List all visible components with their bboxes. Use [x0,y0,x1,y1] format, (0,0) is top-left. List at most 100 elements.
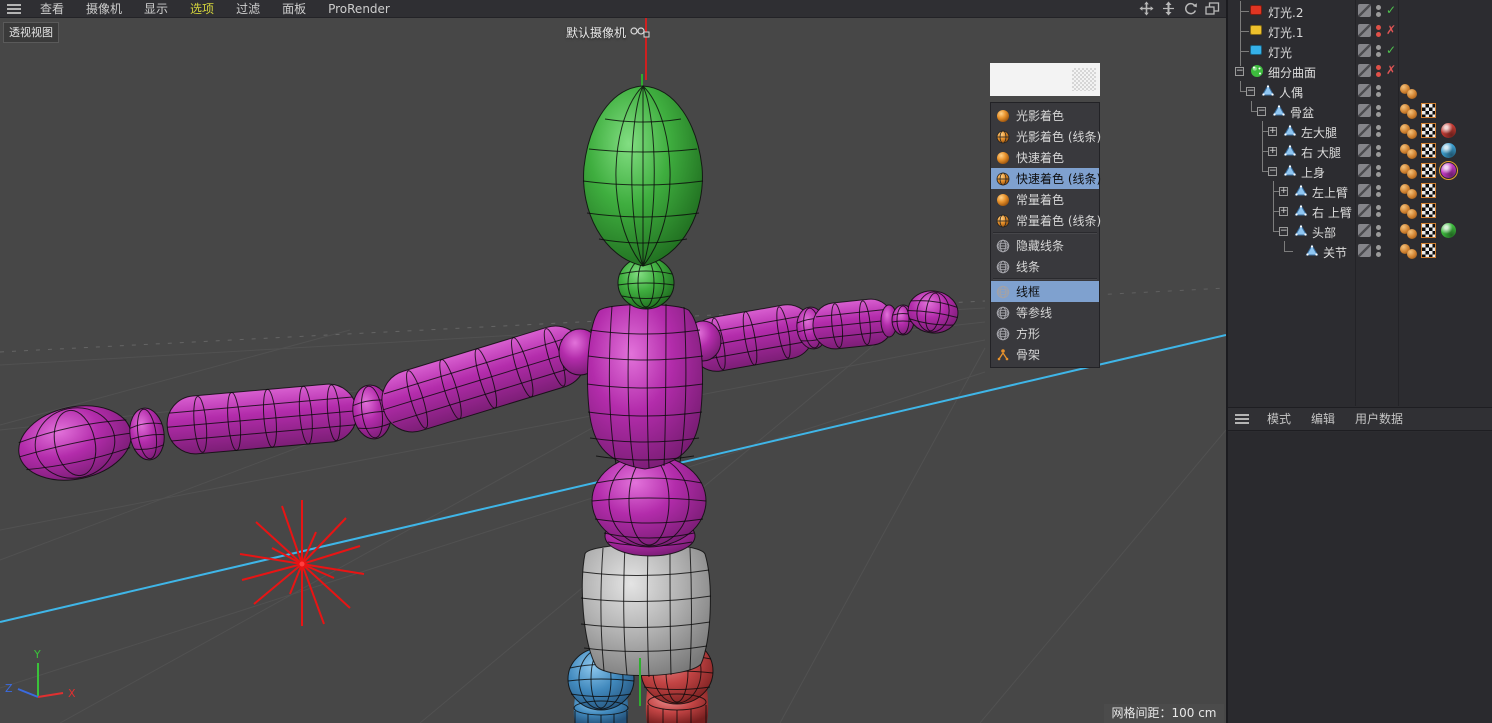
weight-tag-icon[interactable] [1421,243,1436,258]
layer-toggle[interactable] [1358,64,1371,77]
object-row-上身[interactable]: − 上身 [1228,161,1492,181]
constraint-tag-icon[interactable] [1400,103,1418,119]
tree-expander-expanded[interactable]: − [1279,227,1288,236]
editor-visibility-dot[interactable] [1376,85,1381,90]
object-row-骨盆[interactable]: − 骨盆 [1228,101,1492,121]
weight-tag-icon[interactable] [1421,203,1436,218]
viewport-menu-item-2[interactable]: 显示 [133,0,179,18]
render-visibility-dot[interactable] [1376,92,1381,97]
editor-visibility-dot[interactable] [1376,245,1381,250]
constraint-tag-icon[interactable] [1400,203,1418,219]
light-flare[interactable] [239,500,365,626]
render-visibility-dot[interactable] [1376,152,1381,157]
object-row-左上臂[interactable]: + 左上臂 [1228,181,1492,201]
object-row-人偶[interactable]: − 人偶 [1228,81,1492,101]
render-visibility-dot[interactable] [1376,252,1381,257]
constraint-tag-icon[interactable] [1400,183,1418,199]
constraint-tag-icon[interactable] [1400,243,1418,259]
weight-tag-icon[interactable] [1421,183,1436,198]
material-tag-icon[interactable] [1441,223,1456,238]
layer-toggle[interactable] [1358,84,1371,97]
attribute-hamburger-icon[interactable] [1235,414,1249,424]
render-visibility-dot[interactable] [1376,132,1381,137]
layer-toggle[interactable] [1358,184,1371,197]
attribute-menu-item-0[interactable]: 模式 [1257,410,1301,428]
display-mode-item-10[interactable]: 方形 [991,323,1099,344]
tree-expander-collapsed[interactable]: + [1268,147,1277,156]
viewport-menu-item-3[interactable]: 选项 [179,0,225,18]
editor-visibility-dot[interactable] [1376,225,1381,230]
material-tag-icon[interactable] [1441,123,1456,138]
object-row-右 上臂[interactable]: + 右 上臂 [1228,201,1492,221]
tree-expander-expanded[interactable]: − [1257,107,1266,116]
display-mode-item-2[interactable]: 快速着色 [991,147,1099,168]
render-visibility-dot[interactable] [1376,112,1381,117]
tree-expander-expanded[interactable]: − [1268,167,1277,176]
constraint-tag-icon[interactable] [1400,163,1418,179]
object-row-头部[interactable]: − 头部 [1228,221,1492,241]
viewport-menu-item-5[interactable]: 面板 [271,0,317,18]
render-visibility-dot[interactable] [1376,212,1381,217]
editor-visibility-dot[interactable] [1376,65,1381,70]
display-mode-item-1[interactable]: 光影着色 (线条) [991,126,1101,147]
layer-toggle[interactable] [1358,204,1371,217]
display-mode-item-0[interactable]: 光影着色 [991,105,1099,126]
constraint-tag-icon[interactable] [1400,223,1418,239]
layer-toggle[interactable] [1358,4,1371,17]
editor-visibility-dot[interactable] [1376,125,1381,130]
viewport-hamburger-icon[interactable] [7,3,21,14]
editor-visibility-dot[interactable] [1376,205,1381,210]
mannequin-figure[interactable] [12,85,961,723]
attribute-menu-item-1[interactable]: 编辑 [1301,410,1345,428]
enable-toggle-check[interactable]: ✓ [1384,3,1398,17]
editor-visibility-dot[interactable] [1376,165,1381,170]
render-visibility-dot[interactable] [1376,72,1381,77]
object-row-关节[interactable]: 关节 [1228,241,1492,261]
layer-toggle[interactable] [1358,124,1371,137]
display-mode-item-8[interactable]: 线框 [991,281,1099,302]
layer-toggle[interactable] [1358,144,1371,157]
move-view-icon[interactable] [1139,1,1154,16]
display-mode-item-4[interactable]: 常量着色 [991,189,1099,210]
render-visibility-dot[interactable] [1376,12,1381,17]
object-row-细分曲面[interactable]: − 细分曲面 ✗ [1228,61,1492,81]
render-visibility-dot[interactable] [1376,172,1381,177]
layer-toggle[interactable] [1358,104,1371,117]
enable-toggle-cross[interactable]: ✗ [1384,63,1398,77]
enable-toggle-cross[interactable]: ✗ [1384,23,1398,37]
display-mode-item-3[interactable]: 快速着色 (线条) [991,168,1101,189]
material-tag-icon[interactable] [1441,143,1456,158]
constraint-tag-icon[interactable] [1400,123,1418,139]
object-row-左大腿[interactable]: + 左大腿 [1228,121,1492,141]
display-mode-item-5[interactable]: 常量着色 (线条) [991,210,1101,231]
weight-tag-icon[interactable] [1421,223,1436,238]
editor-visibility-dot[interactable] [1376,185,1381,190]
editor-visibility-dot[interactable] [1376,25,1381,30]
camera-icon[interactable] [630,26,650,39]
editor-visibility-dot[interactable] [1376,105,1381,110]
tree-expander-collapsed[interactable]: + [1279,207,1288,216]
maximize-view-icon[interactable] [1205,1,1220,16]
tree-expander-expanded[interactable]: − [1246,87,1255,96]
weight-tag-icon[interactable] [1421,123,1436,138]
object-row-右 大腿[interactable]: + 右 大腿 [1228,141,1492,161]
viewport-menu-item-1[interactable]: 摄像机 [75,0,133,18]
display-mode-item-9[interactable]: 等参线 [991,302,1099,323]
render-visibility-dot[interactable] [1376,192,1381,197]
viewport-menu-item-4[interactable]: 过滤 [225,0,271,18]
layer-toggle[interactable] [1358,244,1371,257]
render-visibility-dot[interactable] [1376,232,1381,237]
viewport-menu-item-6[interactable]: ProRender [317,0,401,18]
layer-toggle[interactable] [1358,224,1371,237]
weight-tag-icon[interactable] [1421,163,1436,178]
zoom-view-icon[interactable] [1161,1,1176,16]
tree-expander-collapsed[interactable]: + [1279,187,1288,196]
viewport-3d[interactable]: 查看 摄像机 显示 选项 过滤 面板 ProRender 透视视图 默认摄像机 网格间距：1… [0,0,1226,723]
rotate-view-icon[interactable] [1183,1,1198,16]
object-row-灯光.1[interactable]: 灯光.1 ✗ [1228,21,1492,41]
layer-toggle[interactable] [1358,164,1371,177]
attribute-menu-item-2[interactable]: 用户数据 [1345,410,1413,428]
render-visibility-dot[interactable] [1376,52,1381,57]
weight-tag-icon[interactable] [1421,103,1436,118]
layer-toggle[interactable] [1358,24,1371,37]
